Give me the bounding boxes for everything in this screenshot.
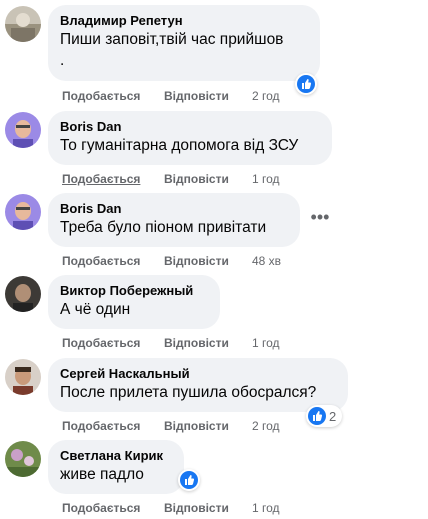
comment-text: Треба було піоном привітати [60,219,267,236]
comment-bubble: Boris Dan То гуманітарна допомога від ЗС… [48,111,332,165]
like-button[interactable]: Подобається [62,418,140,434]
reply-button[interactable]: Відповісти [164,171,229,187]
reply-button[interactable]: Відповісти [164,500,229,516]
avatar[interactable] [5,441,41,477]
comment-author[interactable]: Виктор Побережный [60,282,208,299]
comment-text: Пиши заповіт,твій час прийшов [60,31,284,48]
like-button[interactable]: Подобається [62,253,140,269]
comment-text: живе падло [60,466,144,483]
reply-button[interactable]: Відповісти [164,88,229,104]
timestamp[interactable]: 1 год [252,500,280,516]
avatar[interactable] [5,194,41,230]
like-icon [308,407,326,425]
timestamp[interactable]: 2 год [252,88,280,104]
like-icon [297,75,315,93]
comment-bubble: Сергей Наскальный После прилета пушила о… [48,358,348,412]
comment-text: А чё один [60,301,131,318]
more-dots-icon[interactable]: ••• [308,208,332,232]
comment-text: После прилета пушила обосрался? [60,384,317,401]
timestamp[interactable]: 48 хв [252,253,281,269]
reaction-badge[interactable]: 2 [306,405,343,427]
reply-button[interactable]: Відповісти [164,418,229,434]
comment-author[interactable]: Boris Dan [60,118,320,135]
reaction-count: 2 [329,408,337,424]
like-icon [180,471,198,489]
timestamp[interactable]: 1 год [252,171,280,187]
comment-author[interactable]: Владимир Репетун [60,12,308,29]
avatar[interactable] [5,6,41,42]
like-button[interactable]: Подобається [62,335,140,351]
like-button[interactable]: Подобається [62,88,140,104]
comment-text-line-2: . [60,52,65,69]
reply-button[interactable]: Відповісти [164,253,229,269]
comment-text: То гуманітарна допомога від ЗСУ [60,137,299,154]
comment-author[interactable]: Светлана Кирик [60,447,172,464]
comment-bubble: Boris Dan Треба було піоном привітати [48,193,300,247]
timestamp[interactable]: 2 год [252,418,280,434]
like-button[interactable]: Подобається [62,171,140,187]
comment-author[interactable]: Сергей Наскальный [60,365,336,382]
avatar[interactable] [5,112,41,148]
reaction-badge[interactable] [295,73,317,95]
comment-bubble: Владимир Репетун Пиши заповіт,твій час п… [48,5,320,81]
reply-button[interactable]: Відповісти [164,335,229,351]
timestamp[interactable]: 1 год [252,335,280,351]
avatar[interactable] [5,276,41,312]
comment-bubble: Виктор Побережный А чё один [48,275,220,329]
avatar[interactable] [5,359,41,395]
like-button[interactable]: Подобається [62,500,140,516]
comment-author[interactable]: Boris Dan [60,200,288,217]
reaction-badge[interactable] [178,469,200,491]
comment-bubble: Светлана Кирик живе падло [48,440,184,494]
